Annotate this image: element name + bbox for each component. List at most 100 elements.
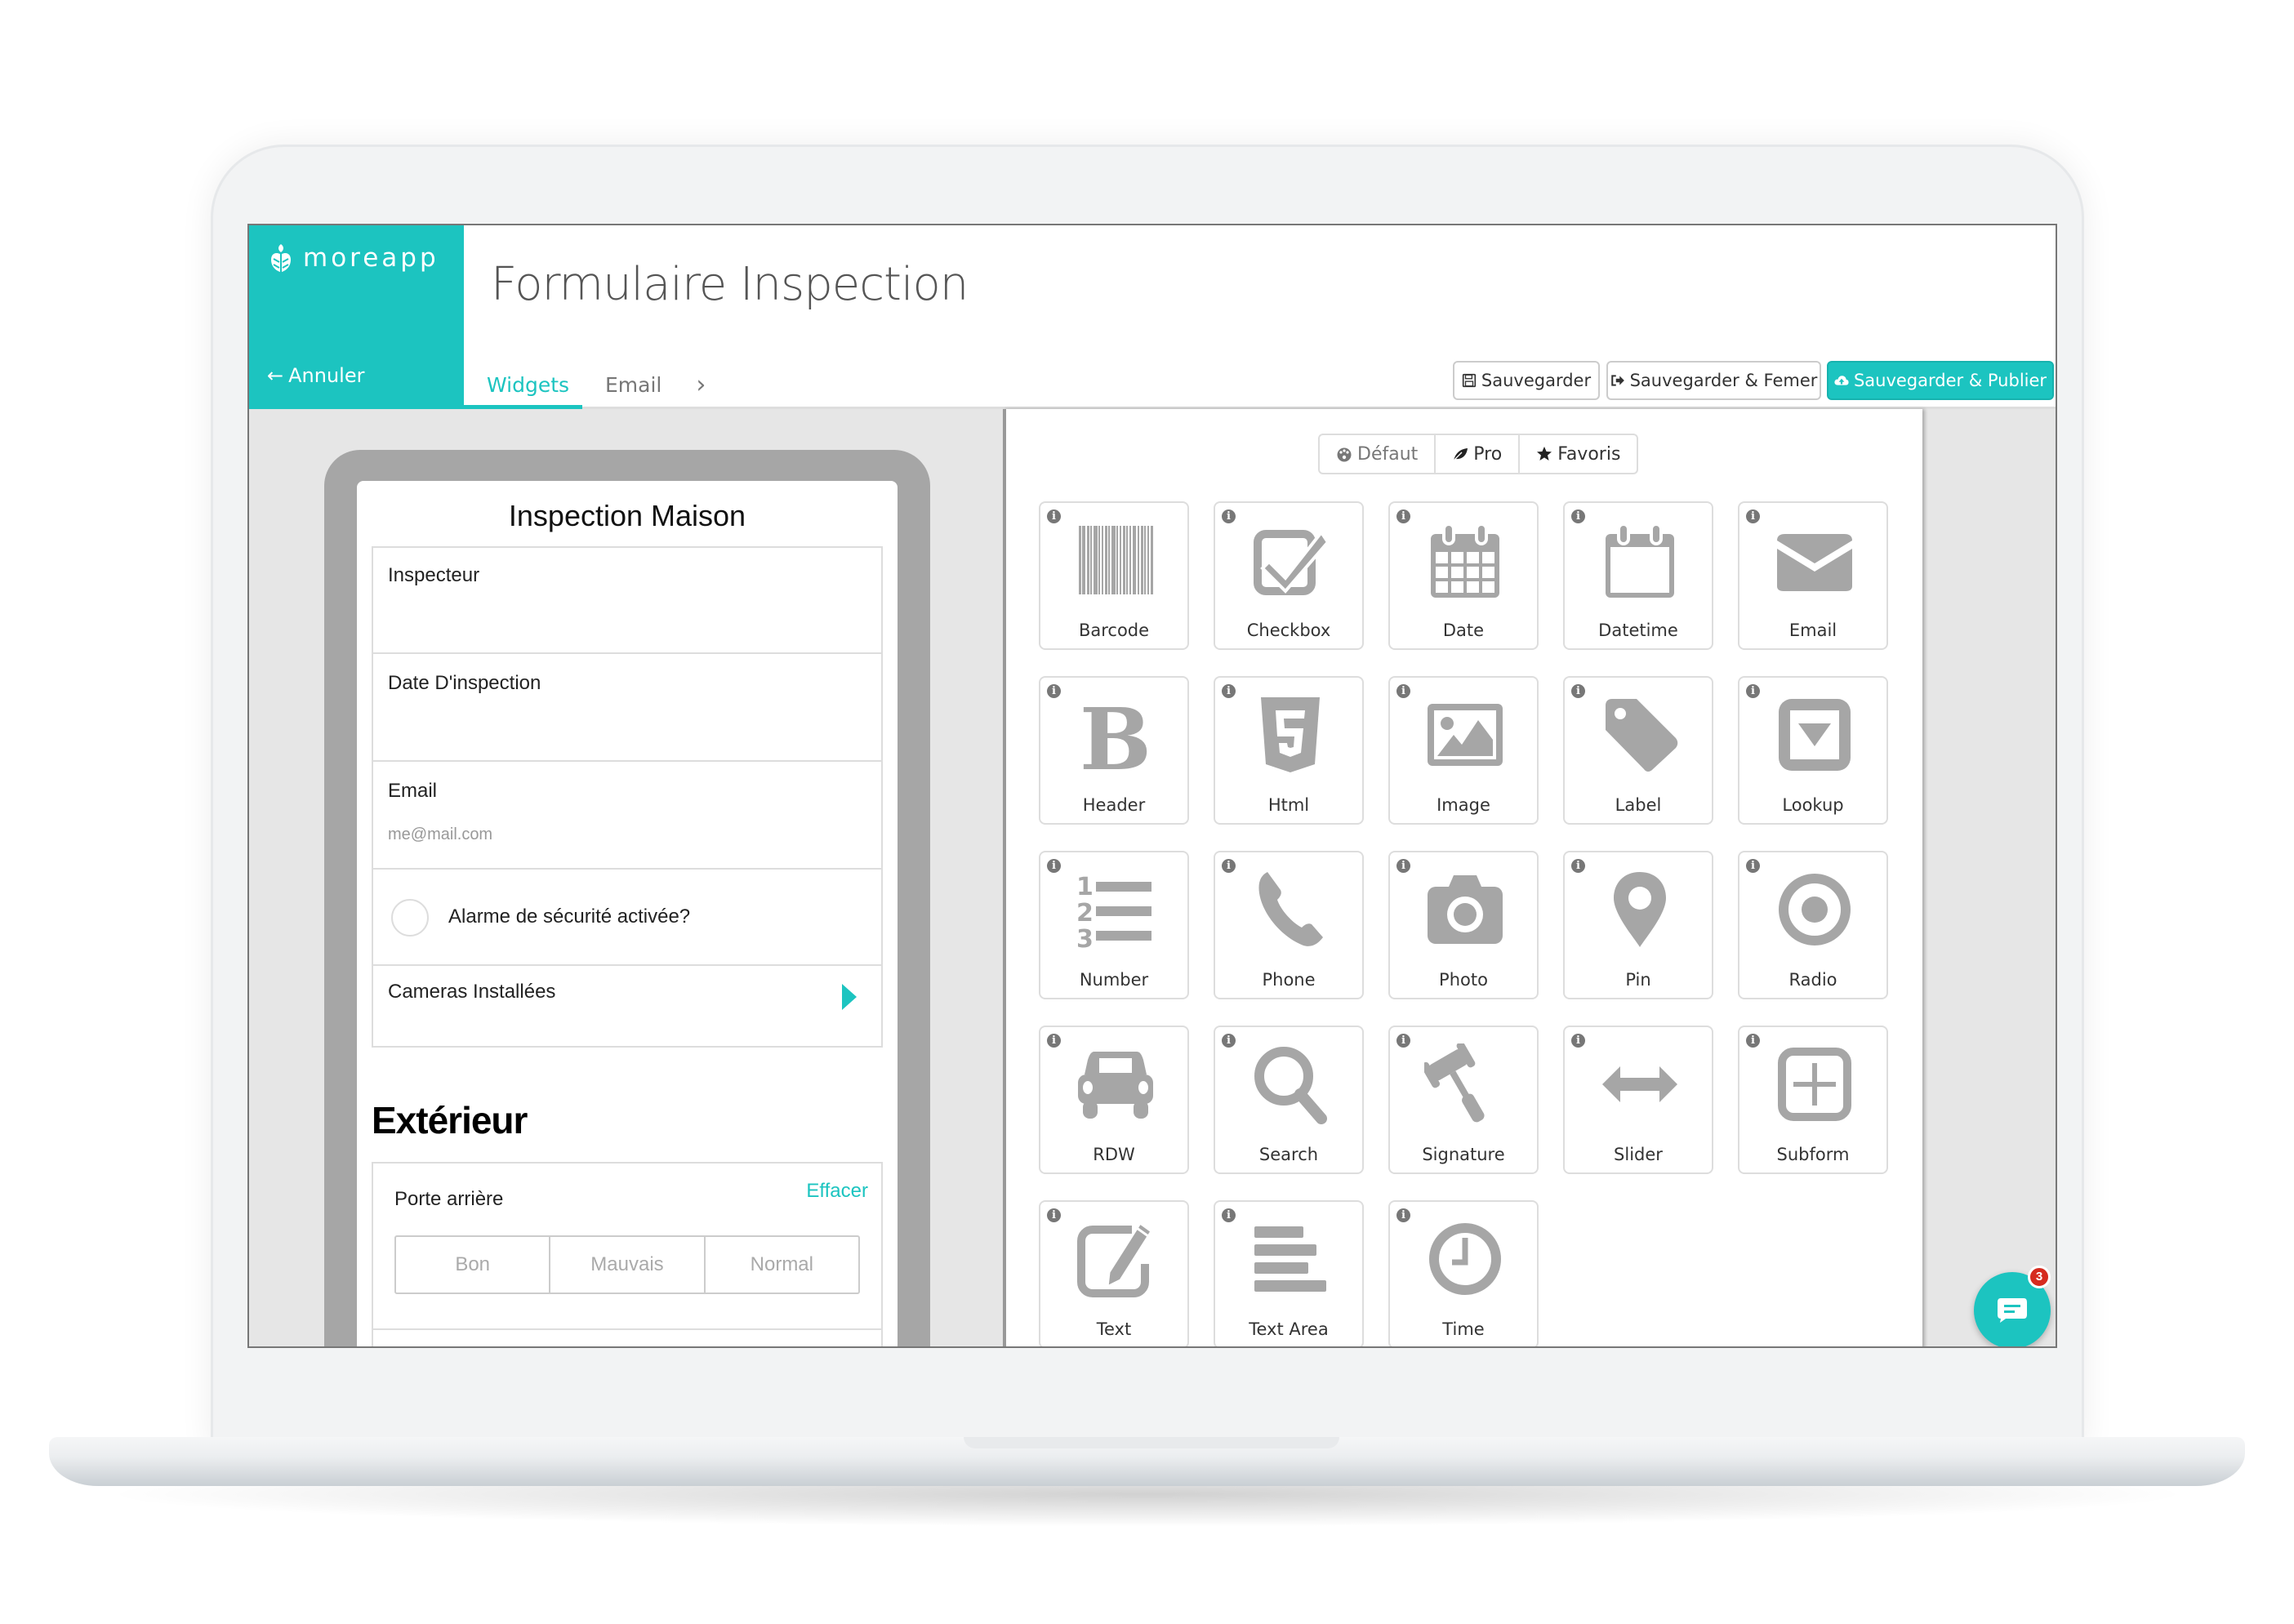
form-field-inspecteur[interactable]: Inspecteur [372,546,883,654]
widget-radio[interactable]: i Radio [1738,851,1888,999]
info-icon[interactable]: i [1222,684,1236,698]
svg-text:B: B [1080,694,1151,776]
widget-label: Html [1267,795,1310,815]
info-icon[interactable]: i [1222,1208,1236,1222]
widget-label: Signature [1422,1145,1505,1164]
widget-label: Search [1258,1145,1319,1164]
widget-datetime[interactable]: i Datetime [1563,501,1713,650]
svg-text:3: 3 [1076,925,1094,950]
info-icon[interactable]: i [1746,684,1760,698]
form-field-email[interactable]: Email me@mail.com [372,760,883,870]
category-favoris[interactable]: Favoris [1520,435,1637,473]
widget-text[interactable]: i Text [1039,1200,1189,1346]
email-placeholder: me@mail.com [388,825,493,843]
cloud-upload-icon [1834,376,1849,385]
checkbox-circle[interactable] [391,899,429,937]
widget-lookup[interactable]: i Lookup [1738,676,1888,825]
option-normal[interactable]: Normal [706,1237,858,1293]
save-button[interactable]: Sauvegarder [1453,361,1600,400]
plus-square-icon [1778,1048,1851,1121]
save-and-close-button[interactable]: Sauvegarder & Femer [1606,361,1821,400]
widget-phone[interactable]: i Phone [1214,851,1364,999]
clear-link[interactable]: Effacer [806,1180,868,1203]
widget-label: RDW [1093,1145,1135,1164]
widget-text-area[interactable]: i Text Area [1214,1200,1364,1346]
widget-photo[interactable]: i Photo [1388,851,1539,999]
widget-email[interactable]: i Email [1738,501,1888,650]
form-field-date[interactable]: Date D'inspection [372,652,883,762]
widget-label: Subform [1776,1145,1850,1164]
svg-text:2: 2 [1076,899,1094,928]
envelope-icon [1777,534,1852,591]
cancel-button[interactable]: ← Annuler [267,364,364,387]
info-icon[interactable]: i [1571,859,1585,873]
tab-email[interactable]: Email [582,361,684,409]
save-close-label: Sauvegarder & Femer [1629,371,1818,390]
form-field-alarm[interactable]: Alarme de sécurité activée? [372,868,883,966]
widget-barcode[interactable]: i Barcode [1039,501,1189,650]
category-label: Favoris [1557,443,1621,465]
widget-pin[interactable]: i Pin [1563,851,1713,999]
dashboard-icon [1337,447,1352,462]
form-title: Inspection Maison [508,499,746,532]
info-icon[interactable]: i [1571,684,1585,698]
image-icon [1428,704,1503,766]
widget-header[interactable]: i B Header [1039,676,1189,825]
info-icon[interactable]: i [1571,1034,1585,1048]
form-field-next[interactable] [372,1328,883,1346]
dropdown-icon [1779,699,1851,771]
widget-signature[interactable]: i Signature [1388,1026,1539,1174]
info-icon[interactable]: i [1222,1034,1236,1048]
info-icon[interactable]: i [1222,859,1236,873]
widget-checkbox[interactable]: i Checkbox [1214,501,1364,650]
info-icon[interactable]: i [1047,859,1061,873]
widget-image[interactable]: i Image [1388,676,1539,825]
info-icon[interactable]: i [1047,684,1061,698]
option-mauvais[interactable]: Mauvais [550,1237,706,1293]
info-icon[interactable]: i [1746,509,1760,523]
info-icon[interactable]: i [1047,509,1061,523]
widget-subform[interactable]: i Subform [1738,1026,1888,1174]
info-icon[interactable]: i [1396,1034,1410,1048]
calendar-empty-icon [1606,523,1674,598]
info-icon[interactable]: i [1047,1034,1061,1048]
field-label: Inspecteur [388,564,480,586]
widget-label: Datetime [1598,621,1678,640]
form-field-cameras[interactable]: Cameras Installées [372,964,883,1048]
phone-screen: Inspection Maison Inspecteur Date D'insp… [357,481,898,1346]
category-defaut[interactable]: Défaut [1320,435,1437,473]
option-bon[interactable]: Bon [396,1237,551,1293]
save-and-publish-button[interactable]: Sauvegarder & Publier [1827,361,2054,400]
widget-search[interactable]: i Search [1214,1026,1364,1174]
tab-widgets[interactable]: Widgets [464,361,582,409]
chevron-right-icon[interactable]: › [684,361,717,409]
category-label: Défaut [1357,443,1419,465]
widget-label: Text Area [1249,1319,1329,1339]
info-icon[interactable]: i [1396,859,1410,873]
category-pro[interactable]: Pro [1436,435,1521,473]
widget-time[interactable]: i Time [1388,1200,1539,1346]
info-icon[interactable]: i [1571,509,1585,523]
widget-label: Email [1788,621,1837,640]
leaf-logo-icon [271,244,291,272]
widget-date[interactable]: i Date [1388,501,1539,650]
info-icon[interactable]: i [1396,509,1410,523]
info-icon[interactable]: i [1746,1034,1760,1048]
widget-number[interactable]: i 1 2 3 Number [1039,851,1189,999]
widget-slider[interactable]: i Slider [1563,1026,1713,1174]
widget-html[interactable]: i Html [1214,676,1364,825]
info-icon[interactable]: i [1396,1208,1410,1222]
form-preview-panel: Inspection Maison Inspecteur Date D'insp… [249,409,1003,1346]
info-icon[interactable]: i [1396,684,1410,698]
widget-label[interactable]: i Label [1563,676,1713,825]
widget-category-tabs: Défaut Pro Favoris [1318,434,1639,474]
info-icon[interactable]: i [1047,1208,1061,1222]
info-icon[interactable]: i [1222,509,1236,523]
widget-rdw[interactable]: i RDW [1039,1026,1189,1174]
widget-label: Image [1437,795,1490,815]
caret-right-icon [842,984,857,1010]
widget-label: Time [1442,1319,1485,1339]
notification-badge: 3 [2028,1266,2051,1288]
widget-label: Label [1615,795,1662,815]
info-icon[interactable]: i [1746,859,1760,873]
